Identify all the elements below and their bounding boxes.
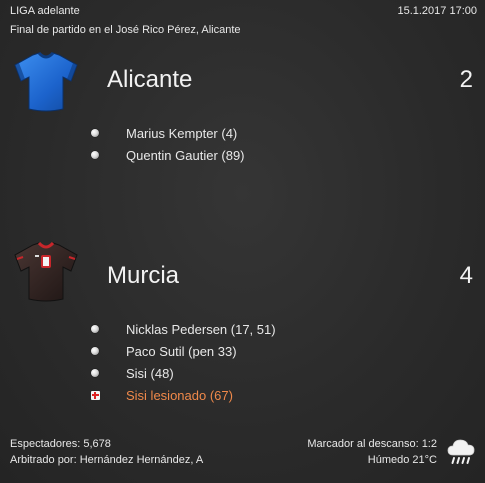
weather-text: Húmedo 21°C <box>367 454 437 466</box>
away-team-name: Murcia <box>107 262 180 289</box>
event-text: Quentin Gautier (89) <box>126 147 245 163</box>
ball-icon <box>88 148 102 162</box>
ball-icon <box>88 322 102 336</box>
home-events-list: Marius Kempter (4) Quentin Gautier (89) <box>88 122 245 166</box>
list-item: Sisi lesionado (67) <box>88 384 276 406</box>
ball-icon <box>88 366 102 380</box>
rain-cloud-icon <box>445 435 477 467</box>
injury-icon <box>88 388 102 402</box>
ball-icon <box>88 126 102 140</box>
list-item: Quentin Gautier (89) <box>88 144 245 166</box>
competition-name: LIGA adelante <box>10 5 80 17</box>
halftime-score-text: Marcador al descanso: 1:2 <box>307 438 437 450</box>
list-item: Paco Sutil (pen 33) <box>88 340 276 362</box>
home-team-name: Alicante <box>107 66 193 93</box>
event-text: Nicklas Pedersen (17, 51) <box>126 321 276 337</box>
match-venue: Final de partido en el José Rico Pérez, … <box>10 24 241 36</box>
jersey-dark-red-icon <box>11 241 81 303</box>
list-item: Sisi (48) <box>88 362 276 384</box>
event-text: Sisi (48) <box>126 365 174 381</box>
match-datetime: 15.1.2017 17:00 <box>397 5 477 17</box>
jersey-blue-icon <box>11 51 81 113</box>
away-score: 4 <box>459 262 473 289</box>
referee-text: Arbitrado por: Hernández Hernández, A <box>10 454 204 466</box>
list-item: Nicklas Pedersen (17, 51) <box>88 318 276 340</box>
attendance-text: Espectadores: 5,678 <box>10 438 111 450</box>
ball-icon <box>88 344 102 358</box>
away-events-list: Nicklas Pedersen (17, 51) Paco Sutil (pe… <box>88 318 276 406</box>
home-score: 2 <box>459 66 473 93</box>
event-text: Marius Kempter (4) <box>126 125 238 141</box>
event-text: Paco Sutil (pen 33) <box>126 343 237 359</box>
list-item: Marius Kempter (4) <box>88 122 245 144</box>
event-text: Sisi lesionado (67) <box>126 387 233 403</box>
